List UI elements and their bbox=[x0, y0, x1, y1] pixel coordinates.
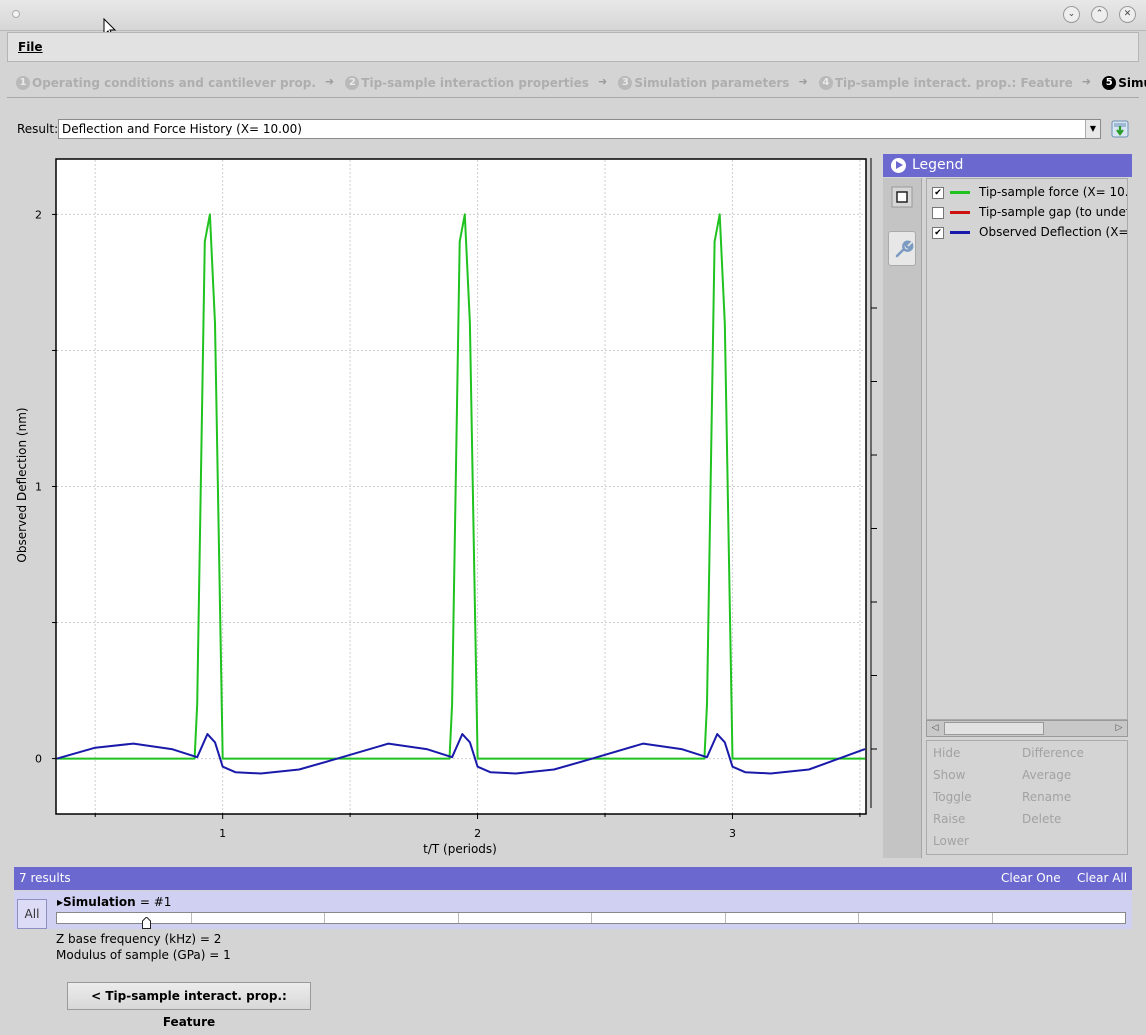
step-number: 4 bbox=[818, 76, 833, 90]
x-axis-label: t/T (periods) bbox=[423, 842, 497, 856]
scroll-left-icon[interactable]: ◁ bbox=[928, 722, 942, 735]
result-select[interactable]: Deflection and Force History (X= 10.00) … bbox=[58, 119, 1101, 139]
step-1[interactable]: 1 Operating conditions and cantilever pro… bbox=[16, 76, 316, 90]
slider-tick bbox=[991, 913, 993, 923]
legend-title: Legend bbox=[912, 157, 964, 173]
series-swatch bbox=[950, 211, 970, 214]
checkbox-checked[interactable]: ✔ bbox=[932, 187, 944, 199]
step-5[interactable]: 5Simulate bbox=[1102, 76, 1146, 90]
slider-tick bbox=[324, 913, 325, 923]
delete-button[interactable]: Delete bbox=[1022, 812, 1061, 826]
arrow-right-icon: ➜ bbox=[597, 75, 608, 88]
checkbox-checked[interactable]: ✔ bbox=[932, 227, 944, 239]
arrow-right-icon: ➜ bbox=[324, 75, 335, 88]
legend-item[interactable]: Tip-sample gap (to undeformed sample) bbox=[927, 203, 1128, 223]
lower-button[interactable]: Lower bbox=[933, 834, 969, 848]
x-tick-label: 1 bbox=[219, 827, 226, 840]
results-count: 7 results bbox=[19, 871, 71, 885]
clear-all-button[interactable]: Clear All bbox=[1077, 867, 1127, 890]
slider-tick bbox=[457, 913, 459, 923]
simulation-name: Simulation bbox=[63, 895, 136, 909]
series-swatch bbox=[950, 231, 970, 234]
play-icon[interactable] bbox=[891, 158, 906, 173]
legend-tool-strip bbox=[883, 178, 922, 858]
menu-file[interactable]: File bbox=[18, 40, 43, 54]
legend-item[interactable]: ✔ Tip-sample force (X= 10.00) bbox=[927, 183, 1128, 203]
window-menu-icon[interactable] bbox=[12, 10, 20, 18]
step-2[interactable]: 2 Tip-sample interaction properties bbox=[345, 76, 589, 90]
hide-button[interactable]: Hide bbox=[933, 746, 960, 760]
chevron-down-icon[interactable]: ▼ bbox=[1085, 120, 1100, 138]
result-label: Result: bbox=[17, 122, 59, 136]
slider-tick bbox=[190, 913, 192, 923]
slider-handle[interactable] bbox=[141, 917, 151, 929]
difference-button[interactable]: Difference bbox=[1022, 746, 1084, 760]
deflection-force-chart[interactable]: 1 2 3 0 1 2 t/T (periods) Observed Deflection… bbox=[0, 150, 880, 860]
simulation-selector: All ▸Simulation = #1 bbox=[14, 891, 1132, 929]
legend-item-label: Tip-sample gap (to undeformed sample) bbox=[979, 205, 1128, 219]
rename-button[interactable]: Rename bbox=[1022, 790, 1071, 804]
slider-tick bbox=[591, 913, 592, 923]
x-tick-label: 2 bbox=[474, 827, 481, 840]
checkbox-unchecked[interactable] bbox=[932, 207, 944, 219]
step-4[interactable]: 4 Tip-sample interact. prop.: Feature bbox=[818, 76, 1073, 90]
step-number: 1 bbox=[16, 76, 30, 90]
step-number: 5 bbox=[1102, 76, 1117, 90]
param-modulus: Modulus of sample (GPa) = 1 bbox=[56, 948, 231, 962]
step-3[interactable]: 3 Simulation parameters bbox=[618, 76, 789, 90]
minimize-button[interactable]: ⌄ bbox=[1063, 6, 1080, 23]
average-button[interactable]: Average bbox=[1022, 768, 1071, 782]
menu-bar: File bbox=[7, 32, 1139, 62]
arrow-right-icon: ➜ bbox=[1081, 75, 1092, 88]
step-label: Operating conditions and cantilever prop… bbox=[32, 76, 316, 90]
y-tick-label: 2 bbox=[35, 208, 42, 221]
toggle-button[interactable]: Toggle bbox=[933, 790, 972, 804]
simulation-value: = #1 bbox=[139, 895, 172, 909]
slider-tick bbox=[724, 913, 726, 923]
arrow-right-icon: ➜ bbox=[798, 75, 808, 88]
legend-header[interactable]: Legend bbox=[883, 154, 1132, 177]
step-number: 3 bbox=[618, 76, 633, 90]
divider bbox=[7, 97, 1139, 98]
legend-item-label: Observed Deflection (X= 10.00) bbox=[979, 225, 1128, 239]
x-tick-label: 3 bbox=[729, 827, 736, 840]
window-titlebar[interactable]: ⌄ ⌃ ✕ bbox=[0, 0, 1146, 31]
scroll-thumb[interactable] bbox=[944, 722, 1044, 735]
scroll-right-icon[interactable]: ▷ bbox=[1112, 722, 1126, 735]
step-label: Simulation parameters bbox=[634, 76, 790, 90]
step-label: Simulate bbox=[1118, 76, 1146, 90]
clear-one-button[interactable]: Clear One bbox=[1001, 867, 1061, 890]
results-bar: 7 results Clear One Clear All bbox=[14, 867, 1132, 890]
y-tick-label: 0 bbox=[35, 753, 42, 766]
show-button[interactable]: Show bbox=[933, 768, 965, 782]
series-swatch bbox=[950, 191, 970, 194]
simulation-title[interactable]: ▸Simulation = #1 bbox=[57, 895, 171, 909]
legend-hscrollbar[interactable]: ◁ ▷ bbox=[926, 720, 1128, 737]
legend-list: ✔ Tip-sample force (X= 10.00) Tip-sample… bbox=[926, 178, 1128, 720]
legend-item-label: Tip-sample force (X= 10.00) bbox=[979, 185, 1128, 199]
param-z-base-frequency: Z base frequency (kHz) = 2 bbox=[56, 932, 222, 946]
raise-button[interactable]: Raise bbox=[933, 812, 965, 826]
back-button[interactable]: < Tip-sample interact. prop.: Feature bbox=[67, 982, 311, 1029]
maximize-button[interactable]: ⌃ bbox=[1091, 6, 1108, 23]
legend-item[interactable]: ✔ Observed Deflection (X= 10.00) bbox=[927, 223, 1128, 243]
step-label: Tip-sample interact. prop.: Feature bbox=[834, 76, 1073, 90]
legend-actions: Hide Difference Show Average Toggle Rena… bbox=[926, 740, 1128, 855]
close-button[interactable]: ✕ bbox=[1119, 6, 1136, 23]
export-download-icon[interactable] bbox=[1111, 120, 1129, 138]
step-number: 2 bbox=[345, 76, 360, 90]
square-icon[interactable] bbox=[891, 186, 913, 208]
result-select-value: Deflection and Force History (X= 10.00) bbox=[62, 122, 302, 136]
wrench-icon[interactable] bbox=[889, 232, 915, 265]
all-button[interactable]: All bbox=[17, 899, 47, 929]
slider-tick bbox=[858, 913, 859, 923]
simulation-slider[interactable] bbox=[56, 912, 1126, 929]
tool-tab[interactable] bbox=[888, 231, 916, 266]
step-label: Tip-sample interaction properties bbox=[361, 76, 589, 90]
y-tick-label: 1 bbox=[35, 481, 42, 494]
wizard-steps: 1 Operating conditions and cantilever pro… bbox=[16, 74, 1146, 90]
y-axis-label: Observed Deflection (nm) bbox=[15, 407, 29, 562]
